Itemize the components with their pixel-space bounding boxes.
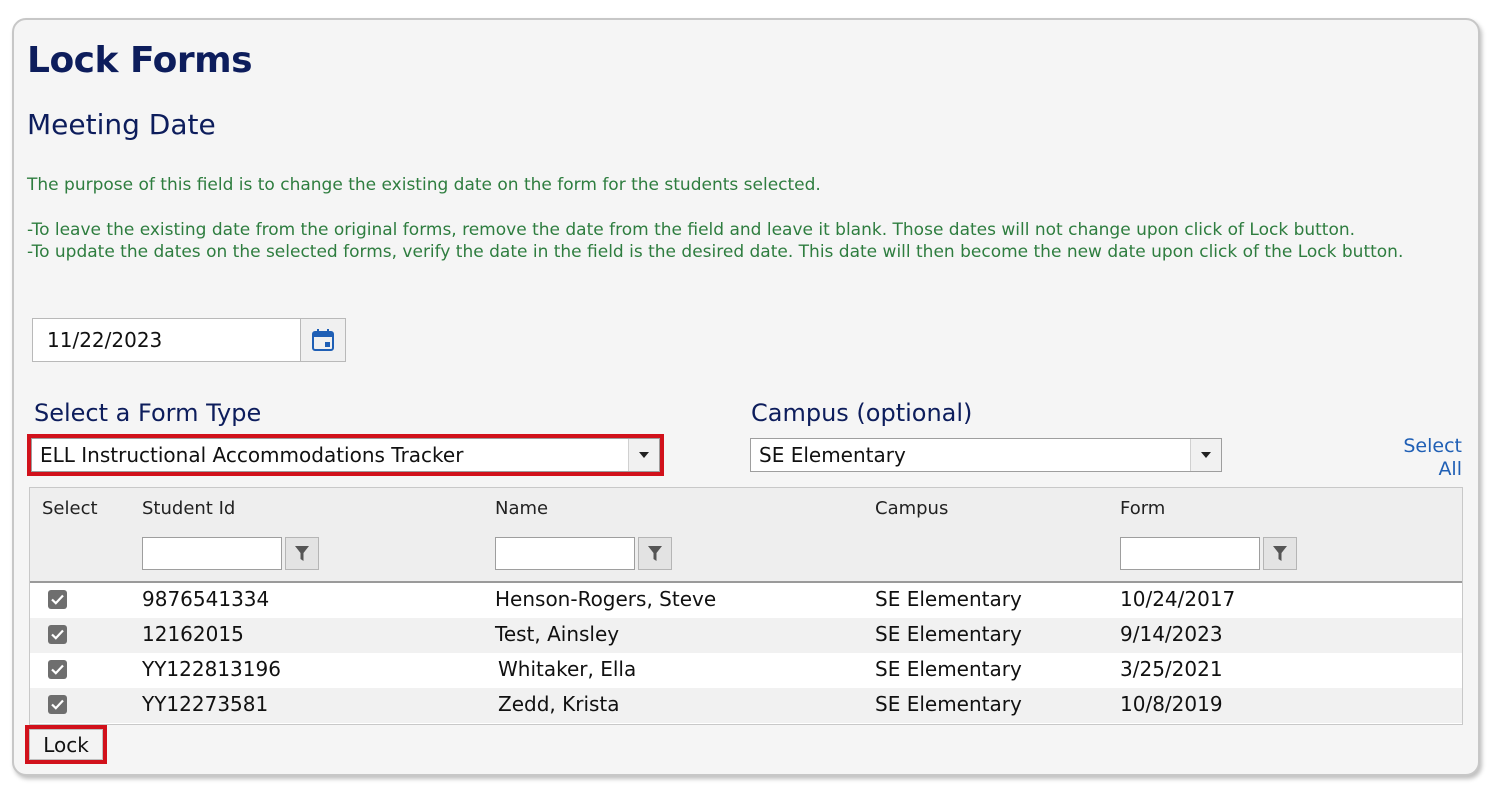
campus-label: Campus (optional) — [751, 399, 973, 427]
table-row: YY12273581 Zedd, Krista SE Elementary 10… — [30, 688, 1462, 723]
table-row: 12162015 Test, Ainsley SE Elementary 9/1… — [30, 618, 1462, 653]
form-type-label: Select a Form Type — [34, 399, 262, 427]
meeting-date-heading: Meeting Date — [27, 108, 216, 141]
campus-selected: SE Elementary — [759, 443, 906, 467]
form-type-highlight — [27, 434, 664, 476]
name-filter-button[interactable] — [638, 537, 672, 570]
row-checkbox[interactable] — [48, 695, 67, 714]
cell-campus: SE Elementary — [875, 692, 1022, 716]
check-icon — [51, 629, 64, 640]
cell-name: Henson-Rogers, Steve — [495, 587, 717, 611]
calendar-button[interactable] — [300, 319, 345, 361]
name-filter-input[interactable] — [495, 537, 635, 570]
note-purpose: The purpose of this field is to change t… — [27, 175, 821, 195]
select-all-line1: Select — [1403, 435, 1462, 457]
cell-form: 3/25/2021 — [1120, 657, 1223, 681]
cell-form: 10/24/2017 — [1120, 587, 1236, 611]
cell-campus: SE Elementary — [875, 622, 1022, 646]
filter-icon — [648, 545, 662, 561]
filter-icon — [295, 545, 309, 561]
header-form[interactable]: Form — [1120, 498, 1165, 519]
cell-form: 10/8/2019 — [1120, 692, 1223, 716]
cell-name: Zedd, Krista — [498, 692, 620, 716]
cell-form: 9/14/2023 — [1120, 622, 1223, 646]
form-filter-button[interactable] — [1263, 537, 1297, 570]
campus-select[interactable]: SE Elementary — [750, 438, 1222, 472]
grid-header-row: Select Student Id Name Campus Form — [30, 488, 1462, 529]
chevron-down-icon — [1190, 439, 1221, 471]
table-row: 9876541334 Henson-Rogers, Steve SE Eleme… — [30, 583, 1462, 618]
student-id-filter-input[interactable] — [142, 537, 282, 570]
header-student-id[interactable]: Student Id — [142, 498, 235, 519]
meeting-date-input[interactable] — [33, 319, 301, 361]
page-title: Lock Forms — [27, 40, 253, 81]
header-select: Select — [42, 498, 98, 519]
check-icon — [51, 664, 64, 675]
table-row: YY122813196 Whitaker, Ella SE Elementary… — [30, 653, 1462, 688]
check-icon — [51, 594, 64, 605]
check-icon — [51, 699, 64, 710]
filter-icon — [1273, 545, 1287, 561]
cell-student-id: YY122813196 — [142, 657, 281, 681]
cell-student-id: YY12273581 — [142, 692, 269, 716]
calendar-icon — [312, 329, 334, 351]
cell-student-id: 12162015 — [142, 622, 244, 646]
cell-name: Whitaker, Ella — [498, 657, 637, 681]
header-name[interactable]: Name — [495, 498, 548, 519]
meeting-date-field — [32, 318, 346, 362]
note-leave-blank: -To leave the existing date from the ori… — [27, 220, 1356, 240]
cell-campus: SE Elementary — [875, 587, 1022, 611]
header-campus[interactable]: Campus — [875, 498, 948, 519]
students-grid: Select Student Id Name Campus Form 98765… — [29, 487, 1463, 725]
row-checkbox[interactable] — [48, 660, 67, 679]
lock-button-highlight — [25, 725, 107, 764]
select-all-line2: All — [1438, 458, 1462, 480]
select-all-link[interactable]: Select All — [1403, 435, 1462, 481]
grid-filter-row — [30, 528, 1462, 583]
cell-name: Test, Ainsley — [495, 622, 620, 646]
row-checkbox[interactable] — [48, 590, 67, 609]
note-update-dates: -To update the dates on the selected for… — [27, 242, 1404, 262]
form-filter-input[interactable] — [1120, 537, 1260, 570]
cell-student-id: 9876541334 — [142, 587, 270, 611]
row-checkbox[interactable] — [48, 625, 67, 644]
student-id-filter-button[interactable] — [285, 537, 319, 570]
cell-campus: SE Elementary — [875, 657, 1022, 681]
